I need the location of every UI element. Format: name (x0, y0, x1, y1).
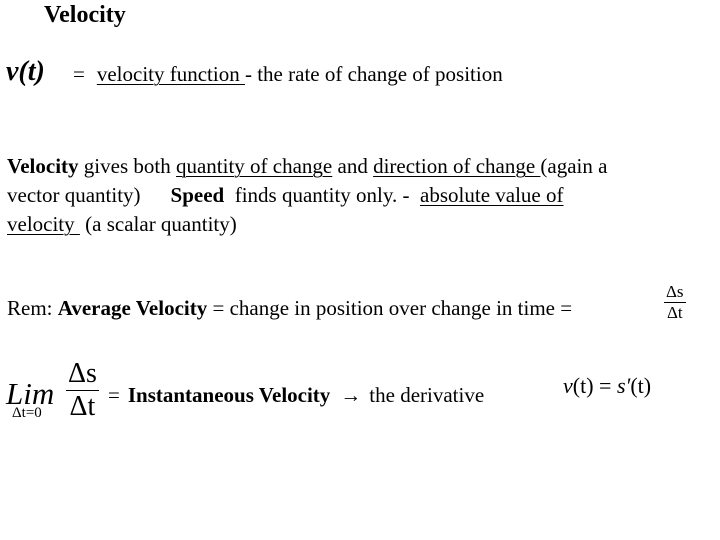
paragraph-line-3: velocity (a scalar quantity) (7, 210, 607, 239)
position-derivative-fn: s′ (616, 373, 631, 398)
quantity-of-change-term: quantity of change (175, 154, 333, 178)
fraction-numerator: Δs (66, 358, 99, 391)
remark-line: Rem: Average Velocity = change in positi… (7, 296, 572, 321)
definition-description: - the rate of change of position (244, 62, 503, 86)
definition-line: = velocity function - the rate of change … (73, 62, 503, 87)
absolute-value-term: absolute value of (420, 183, 564, 207)
average-velocity-fraction: Δs Δt (664, 282, 686, 323)
velocity-fn: v (563, 373, 573, 398)
velocity-term: velocity (7, 212, 80, 236)
velocity-symbol: v(t) (6, 56, 45, 87)
fraction-denominator: Δt (69, 391, 96, 422)
velocity-paragraph: Velocity gives both quantity of change a… (7, 152, 607, 239)
fraction-numerator: Δs (664, 282, 686, 303)
velocity-bold: Velocity (7, 154, 79, 178)
text-segment: finds quantity only. - (224, 183, 421, 207)
text-segment: gives both (78, 154, 176, 178)
derivative-equation: v(t) = s′(t) (563, 373, 651, 399)
speed-bold: Speed (170, 183, 225, 207)
fraction-denominator: Δt (666, 303, 683, 322)
velocity-function-term: velocity function (96, 62, 245, 86)
equals-sign: = (108, 383, 120, 407)
right-arrow-icon: → (340, 383, 362, 407)
limit-subscript: Δt=0 (12, 405, 42, 421)
remark-prefix: Rem: (7, 296, 58, 320)
remark-text: = change in position over change in time… (207, 296, 573, 320)
equals-sign: = (593, 373, 617, 398)
instantaneous-velocity-term: Instantaneous Velocity (127, 383, 331, 407)
text-segment: and (332, 154, 374, 178)
derivative-text: the derivative (369, 383, 485, 407)
paragraph-line-1: Velocity gives both quantity of change a… (7, 152, 607, 181)
text-segment: vector quantity) (7, 183, 141, 207)
slide-title: Velocity (44, 2, 126, 28)
text-segment: (a scalar quantity) (79, 212, 237, 236)
equals-sign: = (73, 62, 85, 86)
direction-of-change-term: direction of change (373, 154, 541, 178)
velocity-arg: (t) (572, 373, 594, 398)
instantaneous-velocity-line: = Instantaneous Velocity → the derivative (108, 383, 484, 408)
position-derivative-arg: (t) (630, 373, 652, 398)
limit-fraction: Δs Δt (66, 358, 99, 423)
paragraph-line-2: vector quantity) Speed finds quantity onl… (7, 181, 607, 210)
text-segment: (again a (540, 154, 608, 178)
average-velocity-term: Average Velocity (57, 296, 208, 320)
